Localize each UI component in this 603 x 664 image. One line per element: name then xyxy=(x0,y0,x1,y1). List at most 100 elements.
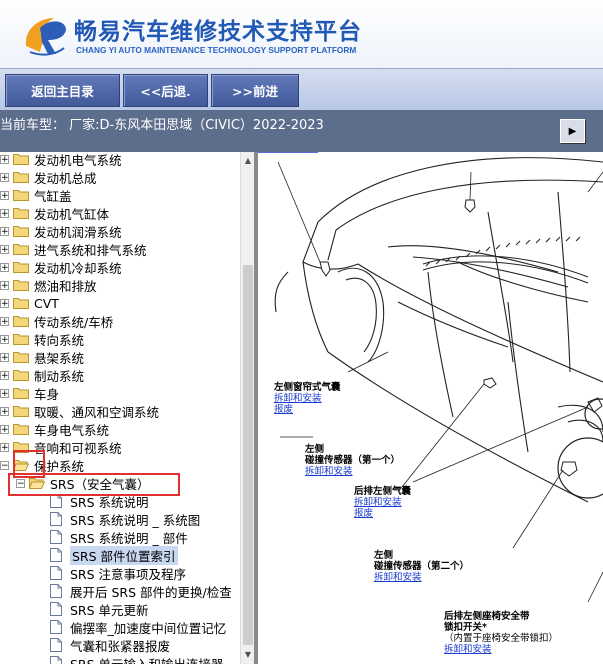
expand-plus-icon[interactable]: + xyxy=(0,208,9,218)
folder-icon xyxy=(13,226,29,237)
tree-item-document[interactable]: 气囊和张紧器报废 xyxy=(50,636,170,654)
expand-plus-icon[interactable]: + xyxy=(0,262,9,272)
expand-plus-icon[interactable]: + xyxy=(0,244,9,254)
folder-icon xyxy=(13,190,29,201)
home-button[interactable]: 返回主目录 xyxy=(5,74,120,107)
scroll-thumb[interactable] xyxy=(243,265,253,645)
folder-icon xyxy=(13,370,29,381)
expand-plus-icon[interactable]: + xyxy=(0,424,9,434)
document-icon xyxy=(50,638,62,652)
scroll-down-icon[interactable]: ▼ xyxy=(241,648,255,662)
tree-item-label: 气囊和张紧器报废 xyxy=(70,638,171,654)
tree-item-category[interactable]: + 取暖、通风和空调系统 xyxy=(0,402,159,420)
diagram-label-title: 碰撞传感器（第一个） xyxy=(305,455,401,466)
folder-icon xyxy=(13,388,29,399)
diagram-label-title: 左侧 xyxy=(374,550,394,561)
diagram-procedure-link[interactable]: 拆卸和安装 xyxy=(305,466,353,477)
expand-button[interactable]: ▶ xyxy=(560,119,585,143)
tree-item-category[interactable]: + 发动机气缸体 xyxy=(0,204,109,222)
expand-plus-icon[interactable]: + xyxy=(0,352,9,362)
expand-plus-icon[interactable]: + xyxy=(0,442,9,452)
diagram-label-title: 后排左侧气囊 xyxy=(354,486,412,497)
tree-item-category[interactable]: + 转向系统 xyxy=(0,330,84,348)
tree-item-category[interactable]: + 气缸盖 xyxy=(0,186,72,204)
play-icon: ▶ xyxy=(568,125,577,137)
tree-item-category[interactable]: + 车身电气系统 xyxy=(0,420,109,438)
expand-plus-icon[interactable]: + xyxy=(0,334,9,344)
diagram-procedure-link[interactable]: 拆卸和安装 xyxy=(374,572,422,583)
tree-item-document[interactable]: 偏摆率_加速度中间位置记忆 xyxy=(50,618,226,636)
tree-item-label: 悬架系统 xyxy=(34,350,85,366)
tree-scrollbar[interactable]: ▲ ▼ xyxy=(240,152,255,664)
diagram-procedure-link[interactable]: 报废 xyxy=(274,404,293,415)
tree-item-label: 车身 xyxy=(34,386,60,402)
tree-item-category[interactable]: + 进气系统和排气系统 xyxy=(0,240,147,258)
tree-item-label: SRS 系统说明 _ 系统图 xyxy=(70,512,201,528)
expand-plus-icon[interactable]: + xyxy=(0,298,9,308)
folder-icon xyxy=(13,208,29,219)
diagram-label-title: 后排左侧座椅安全带 xyxy=(444,611,530,622)
collapse-minus-icon[interactable]: − xyxy=(0,460,9,470)
car-airbag-diagram xyxy=(258,152,603,603)
tree-item-category[interactable]: + 制动系统 xyxy=(0,366,84,384)
tree-item-document[interactable]: SRS 注意事项及程序 xyxy=(50,564,186,582)
document-icon xyxy=(50,566,62,580)
diagram-procedure-link[interactable]: 拆卸和安装 xyxy=(444,644,492,655)
expand-plus-icon[interactable]: + xyxy=(0,190,9,200)
forward-button[interactable]: >>前进 xyxy=(211,74,299,107)
tree-item-document[interactable]: SRS 单元更新 xyxy=(50,600,149,618)
tree-item-document[interactable]: SRS 系统说明 _ 系统图 xyxy=(50,510,200,528)
expand-plus-icon[interactable]: + xyxy=(0,370,9,380)
expand-plus-icon[interactable]: + xyxy=(0,172,9,182)
diagram-procedure-link[interactable]: 报废 xyxy=(354,508,373,519)
document-icon xyxy=(50,548,62,562)
tree-item-label: 车身电气系统 xyxy=(34,422,110,438)
diagram-label-note: （内置于座椅安全带锁扣） xyxy=(444,633,559,644)
tree-item-label: SRS 注意事项及程序 xyxy=(70,566,187,582)
tree-item-category[interactable]: + 悬架系统 xyxy=(0,348,84,366)
tree-item-category[interactable]: + 发动机冷却系统 xyxy=(0,258,122,276)
diagram-label-title: 左侧 xyxy=(305,444,325,455)
tree-item-category[interactable]: + 车身 xyxy=(0,384,59,402)
tree-item-document[interactable]: SRS 系统说明 _ 部件 xyxy=(50,528,188,546)
tree-item-category[interactable]: + 发动机总成 xyxy=(0,168,97,186)
platform-title: 畅易汽车维修技术支持平台 xyxy=(74,19,362,45)
folder-icon xyxy=(13,352,29,363)
tree-item-category[interactable]: + 燃油和排放 xyxy=(0,276,97,294)
expand-plus-icon[interactable]: + xyxy=(0,226,9,236)
tree-item-category[interactable]: + CVT xyxy=(0,294,59,312)
folder-icon xyxy=(13,172,29,183)
tree-item-category[interactable]: + 发动机润滑系统 xyxy=(0,222,122,240)
expand-plus-icon[interactable]: + xyxy=(0,316,9,326)
tree-item-label: 传动系统/车桥 xyxy=(34,314,114,330)
expand-plus-icon[interactable]: + xyxy=(0,280,9,290)
nav-bar: 返回主目录 <<后退. >>前进 xyxy=(0,68,603,111)
diagram-procedure-link[interactable]: 拆卸和安装 xyxy=(274,393,322,404)
tree-item-label: SRS 系统说明 _ 部件 xyxy=(70,530,188,546)
folder-icon xyxy=(13,244,29,255)
tree-item-label: 转向系统 xyxy=(34,332,85,348)
tree-item-label: SRS 单元输入和输出连接器 xyxy=(70,656,224,664)
tree-item-label: 偏摆率_加速度中间位置记忆 xyxy=(70,620,227,636)
tree-item-selected[interactable]: SRS 部件位置索引 xyxy=(50,545,178,565)
tree-item-label: SRS 单元更新 xyxy=(70,602,149,618)
folder-icon xyxy=(13,154,29,165)
scroll-up-icon[interactable]: ▲ xyxy=(241,154,255,168)
document-icon xyxy=(50,602,62,616)
tree-item-label: 发动机冷却系统 xyxy=(34,260,122,276)
platform-logo xyxy=(25,18,66,56)
vehicle-info-bar: 当前车型： 厂家:D-东风本田思域（CIVIC）2022-2023 ▶ xyxy=(0,110,603,152)
expand-plus-icon[interactable]: + xyxy=(0,154,9,164)
app-header: 畅易汽车维修技术支持平台 CHANG YI AUTO MAINTENANCE T… xyxy=(0,0,603,68)
current-vehicle: 当前车型： 厂家:D-东风本田思域（CIVIC）2022-2023 xyxy=(0,118,324,133)
tree-item-category[interactable]: + 发动机电气系统 xyxy=(0,152,122,168)
tree-item-document[interactable]: SRS 单元输入和输出连接器 xyxy=(50,654,224,664)
back-button[interactable]: <<后退. xyxy=(123,74,208,107)
folder-icon xyxy=(13,298,29,309)
diagram-label-title: 碰撞传感器（第二个） xyxy=(374,561,470,572)
tree-item-category[interactable]: + 传动系统/车桥 xyxy=(0,312,113,330)
diagram-procedure-link[interactable]: 拆卸和安装 xyxy=(354,497,402,508)
expand-plus-icon[interactable]: + xyxy=(0,406,9,416)
expand-plus-icon[interactable]: + xyxy=(0,388,9,398)
tree-item-document[interactable]: 展开后 SRS 部件的更换/检查 xyxy=(50,582,232,600)
